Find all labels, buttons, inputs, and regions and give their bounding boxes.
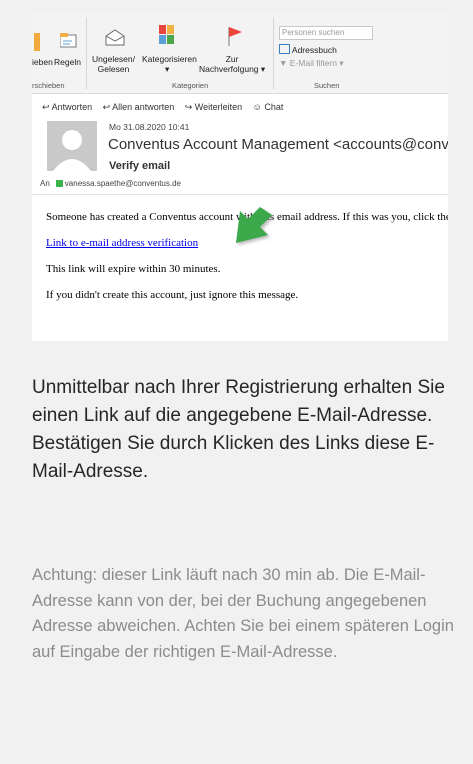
main-instruction-text: Unmittelbar nach Ihrer Registrierung erh… <box>32 377 445 482</box>
rules-icon[interactable] <box>59 31 78 49</box>
flag-icon[interactable] <box>227 26 243 51</box>
body-line-3: If you didn't create this account, just … <box>46 289 299 301</box>
categorize-icon[interactable] <box>159 25 175 50</box>
message-subject: Verify email <box>109 160 171 172</box>
message-recipient: An vanessa.spaethe@conventus.de <box>40 179 181 188</box>
unread-read-button-label[interactable]: Ungelesen/ Gelesen <box>92 54 135 74</box>
search-people-input[interactable]: Personen suchen <box>279 26 373 40</box>
email-screenshot: ieben Regeln Ungelesen/ Gelesen Kategori… <box>32 11 448 341</box>
group-label-categories: Kategorien <box>172 81 209 90</box>
address-book-icon <box>279 44 290 54</box>
address-book-button[interactable]: Adressbuch <box>279 44 337 55</box>
message-sender: Conventus Account Management <accounts@c… <box>108 136 448 153</box>
avatar <box>47 121 97 171</box>
filter-email-button[interactable]: ▼ E-Mail filtern ▾ <box>279 58 344 68</box>
message-date: Mo 31.08.2020 10:41 <box>109 122 190 132</box>
group-label-move: rschieben <box>32 81 65 90</box>
move-icon[interactable] <box>34 33 40 51</box>
reply-all-button[interactable]: ↩ Allen antworten <box>103 102 175 112</box>
reply-icon: ↩ <box>42 102 50 112</box>
filter-icon: ▼ <box>279 58 288 68</box>
to-label: An <box>40 179 50 188</box>
body-line-2: This link will expire within 30 minutes. <box>46 263 221 275</box>
message-actions: ↩ Antworten ↩ Allen antworten ↪ Weiterle… <box>42 102 291 113</box>
chat-icon: ☺ <box>252 102 262 112</box>
rules-button-label[interactable]: Regeln <box>54 57 81 67</box>
outlook-ribbon: ieben Regeln Ungelesen/ Gelesen Kategori… <box>32 11 448 94</box>
envelope-open-icon[interactable] <box>105 28 125 51</box>
group-label-search: Suchen <box>314 81 340 90</box>
reply-all-icon: ↩ <box>102 102 111 112</box>
green-arrow-icon <box>222 189 284 256</box>
reply-button[interactable]: ↩ Antworten <box>42 102 92 112</box>
categorize-button-label[interactable]: Kategorisieren <box>142 54 197 64</box>
presence-icon <box>55 180 63 187</box>
move-button-label[interactable]: ieben <box>32 57 53 67</box>
forward-button[interactable]: ↪ Weiterleiten <box>185 102 242 112</box>
ribbon-separator <box>273 17 274 89</box>
verification-link[interactable]: Link to e-mail address verification <box>46 237 198 249</box>
recipient-address[interactable]: vanessa.spaethe@conventus.de <box>65 179 181 188</box>
note-text: Achtung: dieser Link läuft nach 30 min a… <box>32 566 454 661</box>
follow-up-button-label[interactable]: Zur Nachverfolgung ▾ <box>199 54 265 74</box>
chat-button[interactable]: ☺ Chat <box>253 102 284 112</box>
categorize-dropdown-icon[interactable]: ▾ <box>165 64 169 74</box>
ribbon-separator <box>86 17 87 89</box>
forward-icon: ↪ <box>184 102 193 112</box>
